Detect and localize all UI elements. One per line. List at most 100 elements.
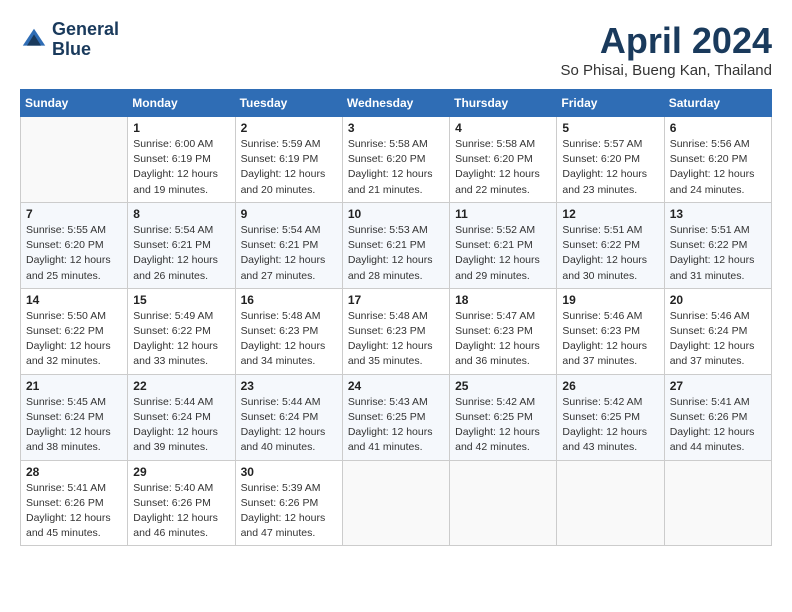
- calendar-day-cell: 30 Sunrise: 5:39 AM Sunset: 6:26 PM Dayli…: [235, 460, 342, 546]
- calendar-day-cell: [450, 460, 557, 546]
- day-info: Sunrise: 5:47 AM Sunset: 6:23 PM Dayligh…: [455, 309, 551, 370]
- day-info: Sunrise: 5:50 AM Sunset: 6:22 PM Dayligh…: [26, 309, 122, 370]
- weekday-header-cell: Sunday: [21, 90, 128, 117]
- month-title: April 2024: [560, 20, 772, 62]
- day-info: Sunrise: 5:54 AM Sunset: 6:21 PM Dayligh…: [241, 223, 337, 284]
- day-number: 15: [133, 293, 229, 307]
- day-info: Sunrise: 5:55 AM Sunset: 6:20 PM Dayligh…: [26, 223, 122, 284]
- day-info: Sunrise: 5:48 AM Sunset: 6:23 PM Dayligh…: [241, 309, 337, 370]
- calendar-day-cell: [557, 460, 664, 546]
- day-number: 28: [26, 465, 122, 479]
- calendar-day-cell: 11 Sunrise: 5:52 AM Sunset: 6:21 PM Dayli…: [450, 202, 557, 288]
- day-info: Sunrise: 5:54 AM Sunset: 6:21 PM Dayligh…: [133, 223, 229, 284]
- calendar-week-row: 28 Sunrise: 5:41 AM Sunset: 6:26 PM Dayli…: [21, 460, 772, 546]
- calendar-day-cell: 28 Sunrise: 5:41 AM Sunset: 6:26 PM Dayli…: [21, 460, 128, 546]
- calendar-week-row: 14 Sunrise: 5:50 AM Sunset: 6:22 PM Dayli…: [21, 288, 772, 374]
- calendar-day-cell: 26 Sunrise: 5:42 AM Sunset: 6:25 PM Dayli…: [557, 374, 664, 460]
- day-info: Sunrise: 5:52 AM Sunset: 6:21 PM Dayligh…: [455, 223, 551, 284]
- day-number: 13: [670, 207, 766, 221]
- day-number: 8: [133, 207, 229, 221]
- calendar-day-cell: 16 Sunrise: 5:48 AM Sunset: 6:23 PM Dayli…: [235, 288, 342, 374]
- title-block: April 2024 So Phisai, Bueng Kan, Thailan…: [560, 20, 772, 79]
- day-info: Sunrise: 5:56 AM Sunset: 6:20 PM Dayligh…: [670, 137, 766, 198]
- calendar-day-cell: 17 Sunrise: 5:48 AM Sunset: 6:23 PM Dayli…: [342, 288, 449, 374]
- day-info: Sunrise: 5:44 AM Sunset: 6:24 PM Dayligh…: [241, 395, 337, 456]
- day-number: 16: [241, 293, 337, 307]
- day-number: 27: [670, 379, 766, 393]
- day-number: 22: [133, 379, 229, 393]
- calendar-day-cell: [664, 460, 771, 546]
- calendar-day-cell: [21, 117, 128, 203]
- day-info: Sunrise: 5:46 AM Sunset: 6:23 PM Dayligh…: [562, 309, 658, 370]
- day-info: Sunrise: 5:42 AM Sunset: 6:25 PM Dayligh…: [562, 395, 658, 456]
- weekday-header-cell: Tuesday: [235, 90, 342, 117]
- logo-text: General Blue: [52, 20, 119, 60]
- day-number: 21: [26, 379, 122, 393]
- weekday-header-cell: Friday: [557, 90, 664, 117]
- calendar-day-cell: 5 Sunrise: 5:57 AM Sunset: 6:20 PM Daylig…: [557, 117, 664, 203]
- day-number: 18: [455, 293, 551, 307]
- calendar-day-cell: 12 Sunrise: 5:51 AM Sunset: 6:22 PM Dayli…: [557, 202, 664, 288]
- day-number: 17: [348, 293, 444, 307]
- calendar-day-cell: 9 Sunrise: 5:54 AM Sunset: 6:21 PM Daylig…: [235, 202, 342, 288]
- calendar-day-cell: 23 Sunrise: 5:44 AM Sunset: 6:24 PM Dayli…: [235, 374, 342, 460]
- calendar-day-cell: 1 Sunrise: 6:00 AM Sunset: 6:19 PM Daylig…: [128, 117, 235, 203]
- day-info: Sunrise: 5:57 AM Sunset: 6:20 PM Dayligh…: [562, 137, 658, 198]
- day-number: 14: [26, 293, 122, 307]
- logo: General Blue: [20, 20, 119, 60]
- day-number: 3: [348, 121, 444, 135]
- day-number: 12: [562, 207, 658, 221]
- page-header: General Blue April 2024 So Phisai, Bueng…: [20, 20, 772, 79]
- calendar-week-row: 7 Sunrise: 5:55 AM Sunset: 6:20 PM Daylig…: [21, 202, 772, 288]
- day-number: 10: [348, 207, 444, 221]
- day-info: Sunrise: 5:59 AM Sunset: 6:19 PM Dayligh…: [241, 137, 337, 198]
- calendar-day-cell: 8 Sunrise: 5:54 AM Sunset: 6:21 PM Daylig…: [128, 202, 235, 288]
- day-number: 1: [133, 121, 229, 135]
- day-info: Sunrise: 5:42 AM Sunset: 6:25 PM Dayligh…: [455, 395, 551, 456]
- day-number: 9: [241, 207, 337, 221]
- day-info: Sunrise: 6:00 AM Sunset: 6:19 PM Dayligh…: [133, 137, 229, 198]
- day-info: Sunrise: 5:58 AM Sunset: 6:20 PM Dayligh…: [348, 137, 444, 198]
- weekday-header-cell: Wednesday: [342, 90, 449, 117]
- day-number: 4: [455, 121, 551, 135]
- day-info: Sunrise: 5:44 AM Sunset: 6:24 PM Dayligh…: [133, 395, 229, 456]
- day-info: Sunrise: 5:58 AM Sunset: 6:20 PM Dayligh…: [455, 137, 551, 198]
- day-number: 29: [133, 465, 229, 479]
- calendar-week-row: 21 Sunrise: 5:45 AM Sunset: 6:24 PM Dayli…: [21, 374, 772, 460]
- calendar-day-cell: 18 Sunrise: 5:47 AM Sunset: 6:23 PM Dayli…: [450, 288, 557, 374]
- day-number: 26: [562, 379, 658, 393]
- weekday-header-cell: Monday: [128, 90, 235, 117]
- day-number: 30: [241, 465, 337, 479]
- calendar-day-cell: [342, 460, 449, 546]
- calendar-day-cell: 4 Sunrise: 5:58 AM Sunset: 6:20 PM Daylig…: [450, 117, 557, 203]
- day-info: Sunrise: 5:51 AM Sunset: 6:22 PM Dayligh…: [670, 223, 766, 284]
- calendar-week-row: 1 Sunrise: 6:00 AM Sunset: 6:19 PM Daylig…: [21, 117, 772, 203]
- day-number: 5: [562, 121, 658, 135]
- day-number: 23: [241, 379, 337, 393]
- weekday-header-cell: Saturday: [664, 90, 771, 117]
- calendar-day-cell: 25Sunrise: 5:42 AM Sunset: 6:25 PM Dayli…: [450, 374, 557, 460]
- calendar-body: 1 Sunrise: 6:00 AM Sunset: 6:19 PM Daylig…: [21, 117, 772, 546]
- day-info: Sunrise: 5:48 AM Sunset: 6:23 PM Dayligh…: [348, 309, 444, 370]
- location: So Phisai, Bueng Kan, Thailand: [560, 62, 772, 79]
- calendar-day-cell: 6 Sunrise: 5:56 AM Sunset: 6:20 PM Daylig…: [664, 117, 771, 203]
- day-number: 20: [670, 293, 766, 307]
- day-number: 2: [241, 121, 337, 135]
- day-info: Sunrise: 5:51 AM Sunset: 6:22 PM Dayligh…: [562, 223, 658, 284]
- calendar-day-cell: 3 Sunrise: 5:58 AM Sunset: 6:20 PM Daylig…: [342, 117, 449, 203]
- calendar-day-cell: 21 Sunrise: 5:45 AM Sunset: 6:24 PM Dayli…: [21, 374, 128, 460]
- day-info: Sunrise: 5:49 AM Sunset: 6:22 PM Dayligh…: [133, 309, 229, 370]
- logo-icon: [20, 26, 48, 54]
- day-info: Sunrise: 5:45 AM Sunset: 6:24 PM Dayligh…: [26, 395, 122, 456]
- calendar-day-cell: 15 Sunrise: 5:49 AM Sunset: 6:22 PM Dayli…: [128, 288, 235, 374]
- day-number: 24: [348, 379, 444, 393]
- day-number: 6: [670, 121, 766, 135]
- calendar-table: SundayMondayTuesdayWednesdayThursdayFrid…: [20, 89, 772, 546]
- day-number: 7: [26, 207, 122, 221]
- calendar-day-cell: 7 Sunrise: 5:55 AM Sunset: 6:20 PM Daylig…: [21, 202, 128, 288]
- calendar-day-cell: 24Sunrise: 5:43 AM Sunset: 6:25 PM Dayli…: [342, 374, 449, 460]
- day-info: Sunrise: 5:41 AM Sunset: 6:26 PM Dayligh…: [26, 481, 122, 542]
- day-info: Sunrise: 5:39 AM Sunset: 6:26 PM Dayligh…: [241, 481, 337, 542]
- day-number: 11: [455, 207, 551, 221]
- calendar-day-cell: 22 Sunrise: 5:44 AM Sunset: 6:24 PM Dayli…: [128, 374, 235, 460]
